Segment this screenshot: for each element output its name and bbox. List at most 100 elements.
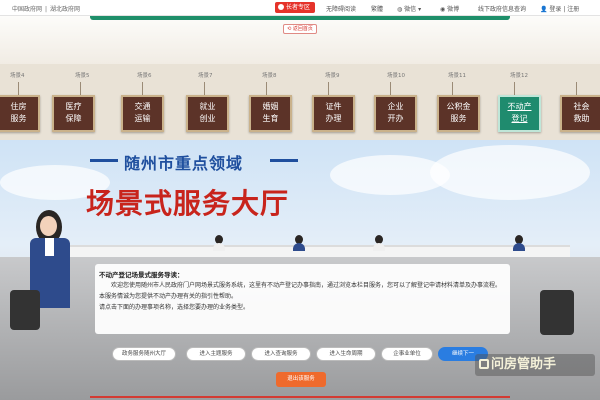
scene-label: 场景9	[325, 73, 340, 79]
card-hanger	[266, 82, 267, 95]
card-line2: 生育	[262, 114, 279, 123]
title-dash-left	[90, 159, 118, 162]
scene-card-employment[interactable]: 就业 创业	[186, 95, 229, 132]
guide-paragraph-1: 欢迎您使用随州市人民政府门户网场景式服务系统，这里有不动产登记办事指南，通过浏览…	[99, 282, 502, 300]
scene-card-certificates[interactable]: 证件 办理	[312, 95, 355, 132]
traditional-chinese-link[interactable]: 繁體	[371, 4, 383, 13]
gov-service-hall-button[interactable]: 政务服务随州大厅	[112, 347, 176, 361]
clerk-body	[373, 243, 385, 251]
card-line1: 企业	[387, 102, 404, 111]
card-line1: 不动产	[507, 102, 532, 111]
card-line1: 社会	[573, 102, 590, 111]
clerk-body	[213, 243, 225, 251]
top-utility-bar: 中国政府网 | 湖北政府网 长者专区 无障碍阅读 繁體 ◍ 微信 ▾ ◉ 微博 线下…	[0, 0, 600, 16]
card-line2: 服务	[450, 114, 467, 123]
elder-mode-button[interactable]: 长者专区	[275, 2, 315, 13]
guide-title: 不动产登记场景式服务导读：	[99, 271, 184, 279]
scene-card-social-aid[interactable]: 社会 救助	[560, 95, 600, 132]
back-arrow-icon: ⟲	[287, 26, 292, 32]
banner-subtitle: 随州市重点领域	[124, 154, 244, 173]
query-service-button[interactable]: 进入查询服务	[251, 347, 311, 361]
card-line1: 婚姻	[262, 102, 279, 111]
scene-label: 场景6	[137, 73, 152, 79]
scene-card-real-estate[interactable]: 不动产 登记	[498, 95, 541, 132]
card-line2: 服务	[10, 114, 27, 123]
back-home-button[interactable]: ⟲ 返回首页	[283, 24, 317, 34]
scene-card-enterprise[interactable]: 企业 开办	[374, 95, 417, 132]
offline-query-link[interactable]: 线下政府信息查询	[478, 4, 526, 13]
scene-label: 场景11	[448, 73, 466, 79]
theme-service-button[interactable]: 进入主题服务	[186, 347, 246, 361]
enterprise-button[interactable]: 企事业单位	[381, 347, 433, 361]
card-line2: 救助	[573, 114, 590, 123]
scene-label: 场景5	[75, 73, 90, 79]
login-register-link[interactable]: 👤 登录 | 注册	[540, 4, 579, 13]
scene-label: 场景4	[10, 73, 25, 79]
card-hanger	[576, 82, 577, 95]
scene-card-medical[interactable]: 医疗 保障	[52, 95, 95, 132]
province-link[interactable]: 湖北政府网	[50, 6, 80, 13]
card-hanger	[142, 82, 143, 95]
watermark-icon	[479, 359, 489, 369]
card-line1: 就业	[199, 102, 216, 111]
shirt	[45, 238, 54, 256]
card-hanger	[18, 82, 19, 95]
card-line2: 登记	[511, 114, 528, 123]
exit-service-button[interactable]: 退出该服务	[276, 372, 326, 387]
top-links: 中国政府网 | 湖北政府网	[12, 4, 83, 13]
scene-label: 场景10	[387, 73, 405, 79]
watermark: 问房管助手	[475, 354, 595, 376]
card-line2: 创业	[199, 114, 216, 123]
chair	[540, 290, 574, 335]
card-line2: 开办	[387, 114, 404, 123]
weibo-label: 微博	[447, 6, 460, 13]
scene-card-marriage[interactable]: 婚姻 生育	[249, 95, 292, 132]
card-line1: 公积金	[446, 102, 471, 111]
elder-icon	[278, 4, 284, 10]
card-hanger	[514, 82, 515, 95]
clerk-body	[293, 243, 305, 251]
login-label: 登录 | 注册	[549, 6, 580, 13]
service-guide-panel: 不动产登记场景式服务导读： 欢迎您使用随州市人民政府门户网场景式服务系统，这里有…	[95, 264, 510, 334]
banner-title: 场景式服务大厅	[86, 187, 290, 220]
back-home-label: 返回首页	[292, 26, 313, 32]
card-line1: 证件	[325, 102, 342, 111]
wechat-link[interactable]: ◍ 微信 ▾	[397, 4, 421, 13]
scene-card-housing[interactable]: 住房 服务	[0, 95, 40, 132]
scene-label: 场景8	[262, 73, 277, 79]
card-hanger	[390, 82, 391, 95]
card-line1: 住房	[10, 102, 27, 111]
card-hanger	[80, 82, 81, 95]
card-hanger	[452, 82, 453, 95]
weibo-link[interactable]: ◉ 微博	[440, 4, 459, 13]
scene-card-housing-fund[interactable]: 公积金 服务	[437, 95, 480, 132]
clerk-body	[513, 243, 525, 251]
scene-card-transport[interactable]: 交通 运输	[121, 95, 164, 132]
user-icon: 👤	[540, 6, 548, 13]
card-line1: 交通	[134, 102, 151, 111]
card-line2: 保障	[65, 114, 82, 123]
card-hanger	[204, 82, 205, 95]
chair	[10, 290, 40, 330]
face	[40, 216, 57, 236]
card-hanger	[328, 82, 329, 95]
bottom-red-line	[90, 396, 510, 398]
watermark-text: 问房管助手	[491, 357, 557, 372]
card-line1: 医疗	[65, 102, 82, 111]
cloud	[430, 145, 590, 200]
title-dash-right	[270, 159, 298, 162]
header-accent-bar	[90, 16, 510, 20]
wechat-icon: ◍	[397, 6, 403, 13]
divider: |	[45, 6, 48, 13]
scene-label: 场景12	[510, 73, 528, 79]
weibo-icon: ◉	[440, 6, 446, 13]
wechat-label: 微信	[404, 6, 417, 13]
barrier-free-link[interactable]: 无障碍阅读	[326, 4, 356, 13]
elder-mode-label: 长者专区	[286, 4, 311, 11]
card-line2: 办理	[325, 114, 342, 123]
card-line2: 运输	[134, 114, 151, 123]
gov-link[interactable]: 中国政府网	[12, 6, 42, 13]
guide-text: 欢迎您使用随州市人民政府门户网场景式服务系统，这里有不动产登记办事指南，通过浏览…	[99, 280, 504, 313]
life-cycle-button[interactable]: 进入生命周期	[316, 347, 376, 361]
guide-paragraph-2: 请点击下面的办理事项名称，选择您要办理的业务类型。	[99, 304, 250, 311]
